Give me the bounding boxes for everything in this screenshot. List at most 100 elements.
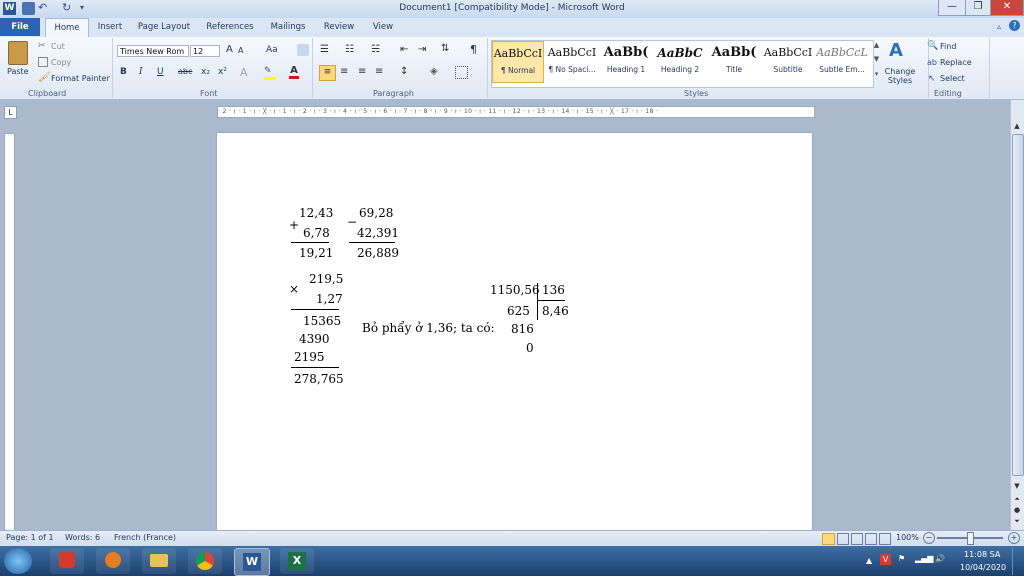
style-heading-2[interactable]: AaBbC Heading 2 — [654, 41, 706, 83]
numbering-icon[interactable]: ☷ — [345, 44, 354, 55]
line-spacing-icon[interactable]: ↕ — [400, 66, 408, 77]
change-styles-button[interactable]: Change Styles — [883, 67, 917, 85]
styles-scroll-down-icon[interactable]: ▼ — [872, 55, 881, 68]
align-right-icon[interactable]: ≡ — [358, 66, 366, 77]
decrease-indent-icon[interactable]: ⇤ — [400, 44, 408, 55]
excel-taskbar-icon[interactable]: X — [280, 548, 314, 574]
restore-button[interactable]: ❐ — [965, 0, 991, 16]
outline-view-icon[interactable] — [865, 533, 877, 545]
borders-icon[interactable] — [455, 66, 468, 79]
scroll-up-icon[interactable]: ▲ — [1012, 122, 1022, 130]
replace-icon[interactable]: ab — [927, 58, 937, 67]
network-tray-icon[interactable]: ▂▄▆ — [915, 554, 933, 563]
scissors-icon[interactable]: ✂ — [38, 41, 46, 51]
style-normal[interactable]: AaBbCcI ¶ Normal — [492, 41, 544, 83]
file-explorer-icon[interactable] — [142, 548, 176, 574]
tab-view[interactable]: View — [366, 18, 400, 36]
paste-button[interactable]: Paste — [7, 67, 29, 76]
start-button-icon[interactable] — [4, 548, 32, 574]
previous-page-icon[interactable]: ⏶ — [1012, 495, 1022, 504]
format-painter-button[interactable]: Format Painter — [51, 74, 110, 83]
justify-icon[interactable]: ≡ — [375, 66, 383, 77]
close-button[interactable]: ✕ — [990, 0, 1024, 16]
tab-insert[interactable]: Insert — [92, 18, 128, 36]
horizontal-ruler[interactable]: · 2 · ı · 1 · ı · ╳ · ı · 1 · ı · 2 · ı … — [217, 106, 815, 118]
copy-button[interactable]: Copy — [51, 58, 71, 67]
superscript-button[interactable]: x² — [218, 67, 227, 77]
zoom-level[interactable]: 100% — [896, 533, 919, 542]
full-screen-reading-icon[interactable] — [837, 533, 849, 545]
shading-icon[interactable]: ◈ — [430, 66, 438, 77]
style-subtle-emphasis[interactable]: AaBbCcL Subtle Em... — [816, 41, 868, 83]
align-center-icon[interactable]: ≡ — [340, 66, 348, 77]
align-left-icon[interactable]: ≡ — [319, 65, 336, 81]
word-count[interactable]: Words: 6 — [65, 533, 100, 542]
find-button[interactable]: Find — [940, 42, 956, 51]
zoom-slider-thumb[interactable] — [967, 532, 974, 545]
style-title[interactable]: AaBb( Title — [708, 41, 760, 83]
paste-icon[interactable] — [8, 41, 28, 65]
page-count[interactable]: Page: 1 of 1 — [6, 533, 54, 542]
tab-mailings[interactable]: Mailings — [266, 18, 310, 36]
sort-icon[interactable]: ⇅ — [441, 43, 449, 54]
show-desktop-button[interactable] — [1012, 547, 1024, 575]
bullets-icon[interactable]: ☰ — [320, 44, 329, 55]
italic-button[interactable]: I — [139, 67, 143, 77]
cut-button[interactable]: Cut — [51, 42, 65, 51]
styles-more-icon[interactable]: ▾ — [872, 70, 881, 83]
tab-selector-icon[interactable]: L — [4, 106, 17, 119]
zoom-out-icon[interactable]: − — [923, 532, 935, 544]
select-browse-object-icon[interactable]: ● — [1012, 506, 1022, 514]
style-heading-1[interactable]: AaBb( Heading 1 — [600, 41, 652, 83]
opera-icon[interactable] — [50, 548, 84, 574]
document-page[interactable]: + 12,43 6,78 19,21 − 69,28 42,391 26,889… — [217, 133, 812, 530]
strikethrough-button[interactable]: abc — [178, 67, 192, 76]
style-no-spacing[interactable]: AaBbCcI ¶ No Spaci... — [546, 41, 598, 83]
increase-indent-icon[interactable]: ⇥ — [418, 44, 426, 55]
volume-tray-icon[interactable]: 🔊 — [935, 554, 945, 563]
tab-page-layout[interactable]: Page Layout — [136, 18, 192, 36]
tab-file[interactable]: File — [0, 18, 40, 36]
replace-button[interactable]: Replace — [940, 58, 972, 67]
print-layout-view-icon[interactable] — [822, 533, 835, 545]
web-layout-icon[interactable] — [851, 533, 863, 545]
help-icon[interactable]: ? — [1009, 20, 1020, 31]
tab-home[interactable]: Home — [45, 18, 89, 38]
minimize-button[interactable]: — — [938, 0, 966, 16]
word-taskbar-icon[interactable]: W — [234, 548, 270, 576]
tab-review[interactable]: Review — [320, 18, 358, 36]
format-painter-icon[interactable]: 🖌 — [38, 72, 51, 83]
show-formatting-button[interactable]: ¶ — [470, 43, 477, 56]
select-icon[interactable]: ↖ — [928, 74, 936, 84]
change-case-button[interactable]: Aa — [266, 45, 278, 55]
flag-tray-icon[interactable]: ⚑ — [898, 554, 905, 563]
font-name-combo[interactable]: Times New Rom — [117, 45, 189, 57]
bold-button[interactable]: B — [120, 67, 127, 77]
tab-references[interactable]: References — [202, 18, 258, 36]
scroll-thumb[interactable] — [1012, 134, 1024, 476]
highlight-color-icon[interactable]: ✎ — [264, 66, 276, 80]
draft-view-icon[interactable] — [879, 533, 891, 545]
media-player-icon[interactable] — [96, 548, 130, 574]
shrink-font-button[interactable]: A — [238, 46, 243, 55]
change-styles-icon[interactable]: A — [889, 40, 903, 61]
clock-time[interactable]: 11:08 SA — [964, 550, 1000, 559]
font-color-icon[interactable]: A — [289, 65, 299, 79]
multilevel-list-icon[interactable]: ☵ — [371, 44, 380, 55]
select-button[interactable]: Select — [940, 74, 965, 83]
find-icon[interactable]: 🔍 — [927, 41, 938, 51]
copy-icon[interactable] — [38, 57, 48, 67]
vertical-ruler[interactable] — [4, 133, 15, 532]
zoom-in-icon[interactable]: + — [1008, 532, 1020, 544]
clear-formatting-icon[interactable] — [297, 44, 309, 56]
font-size-combo[interactable]: 12 — [190, 45, 220, 57]
underline-button[interactable]: U — [157, 67, 164, 77]
clock-date[interactable]: 10/04/2020 — [960, 563, 1006, 572]
show-hidden-icons-icon[interactable]: ▲ — [866, 556, 872, 565]
next-page-icon[interactable]: ⏷ — [1012, 517, 1022, 526]
antivirus-tray-icon[interactable]: V — [880, 554, 891, 565]
language-indicator[interactable]: French (France) — [114, 533, 176, 542]
scroll-down-icon[interactable]: ▼ — [1012, 482, 1022, 490]
styles-scroll-up-icon[interactable]: ▲ — [872, 41, 881, 54]
grow-font-button[interactable]: A — [226, 44, 233, 55]
